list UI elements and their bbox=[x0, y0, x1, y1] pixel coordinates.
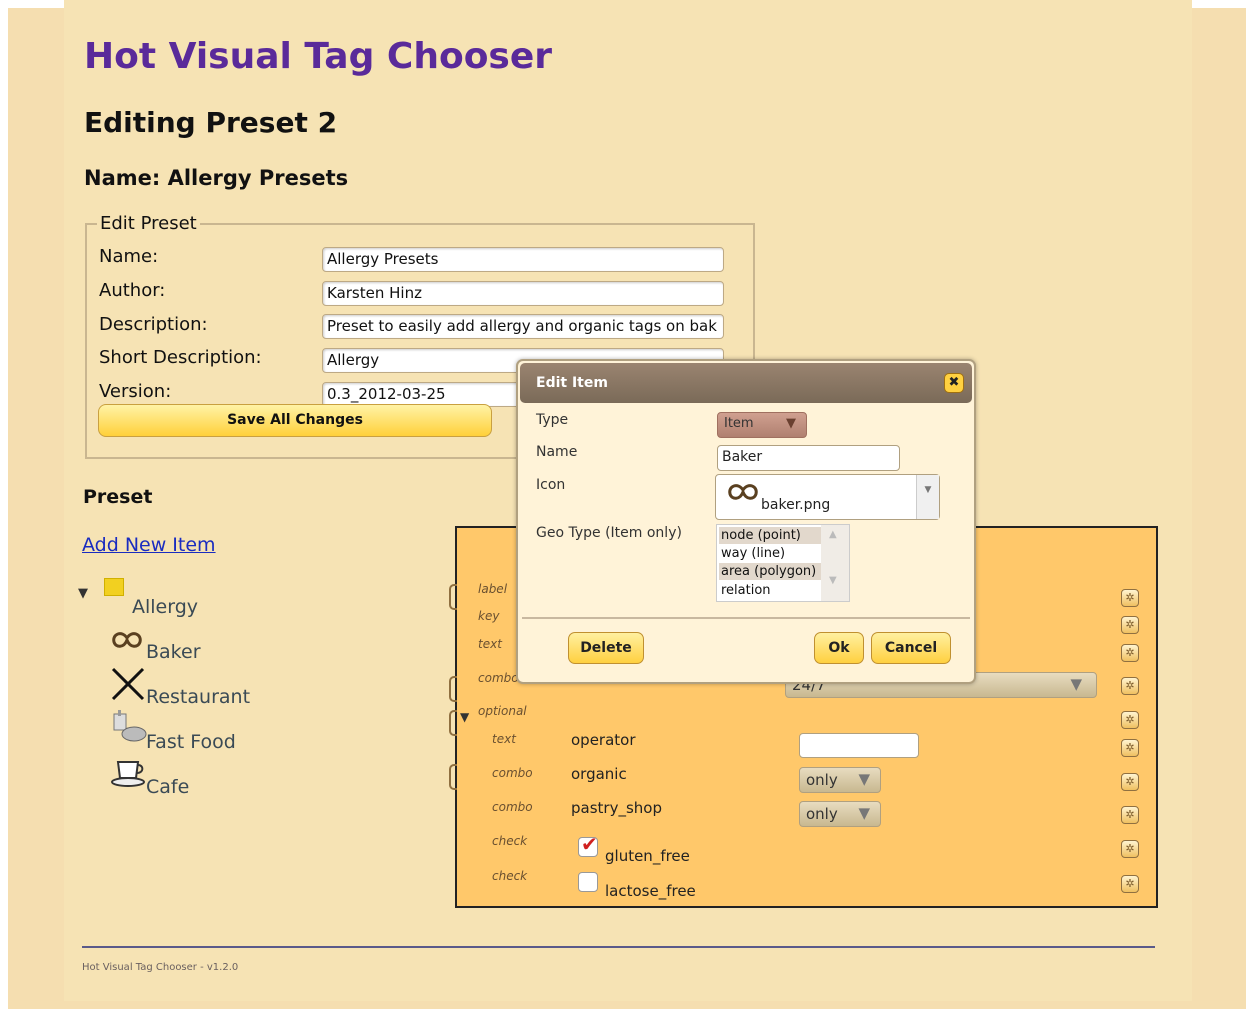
row-type-combo: combo bbox=[492, 766, 533, 780]
chevron-down-icon: ▼ bbox=[858, 804, 870, 822]
description-input[interactable]: Preset to easily add allergy and organic… bbox=[322, 314, 724, 339]
name-heading: Name: Allergy Presets bbox=[84, 166, 349, 190]
cafe-icon bbox=[111, 761, 145, 787]
settings-gear-icon[interactable]: ✲ bbox=[1121, 644, 1139, 662]
chevron-down-icon: ▼ bbox=[786, 416, 796, 431]
geo-type-label: Geo Type (Item only) bbox=[536, 525, 682, 541]
checkmark-icon: ✔ bbox=[581, 832, 598, 856]
footer-divider bbox=[82, 946, 1155, 948]
tree-item-fast-food[interactable]: Fast Food bbox=[146, 731, 236, 753]
type-value: Item bbox=[724, 416, 754, 431]
icon-filename: baker.png bbox=[761, 497, 831, 513]
collapse-triangle-icon[interactable]: ▼ bbox=[78, 586, 88, 601]
dialog-divider bbox=[522, 617, 970, 619]
geo-option-way[interactable]: way (line) bbox=[719, 545, 821, 562]
gluten-free-key: gluten_free bbox=[605, 847, 690, 865]
dialog-titlebar[interactable]: Edit Item ✖ bbox=[520, 363, 972, 403]
app-title: Hot Visual Tag Chooser bbox=[84, 36, 553, 77]
geo-option-node[interactable]: node (point) bbox=[719, 527, 821, 544]
settings-gear-icon[interactable]: ✲ bbox=[1121, 677, 1139, 695]
tree-item-baker[interactable]: Baker bbox=[146, 641, 201, 663]
row-type-check: check bbox=[492, 869, 528, 883]
row-type-text: text bbox=[478, 637, 502, 651]
row-type-combo: combo bbox=[492, 800, 533, 814]
restaurant-icon bbox=[111, 667, 145, 701]
gluten-free-checkbox[interactable]: ✔ bbox=[578, 832, 598, 857]
lactose-free-checkbox[interactable] bbox=[578, 872, 598, 892]
tree-item-cafe[interactable]: Cafe bbox=[146, 776, 189, 798]
organic-value: only bbox=[806, 771, 838, 789]
version-label: Version: bbox=[99, 381, 172, 402]
settings-gear-icon[interactable]: ✲ bbox=[1121, 806, 1139, 824]
author-label: Author: bbox=[99, 280, 166, 301]
pretzel-icon bbox=[112, 632, 142, 648]
type-select[interactable]: Item ▼ bbox=[717, 412, 807, 438]
icon-label: Icon bbox=[536, 477, 566, 493]
pretzel-icon bbox=[728, 484, 758, 500]
organic-key: organic bbox=[571, 765, 627, 783]
geo-option-relation[interactable]: relation bbox=[719, 582, 821, 599]
description-label: Description: bbox=[99, 314, 208, 335]
settings-gear-icon[interactable]: ✲ bbox=[1121, 616, 1139, 634]
settings-gear-icon[interactable]: ✲ bbox=[1121, 875, 1139, 893]
footer-version: Hot Visual Tag Chooser - v1.2.0 bbox=[82, 962, 239, 973]
type-label: Type bbox=[536, 412, 569, 428]
organic-combo[interactable]: only ▼ bbox=[799, 767, 881, 793]
fast-food-icon bbox=[113, 710, 147, 742]
settings-gear-icon[interactable]: ✲ bbox=[1121, 589, 1139, 607]
row-type-label: label bbox=[478, 582, 508, 596]
folder-icon bbox=[104, 578, 124, 596]
name-input[interactable]: Allergy Presets bbox=[322, 247, 724, 272]
pastry-shop-combo[interactable]: only ▼ bbox=[799, 801, 881, 827]
settings-gear-icon[interactable]: ✲ bbox=[1121, 773, 1139, 791]
chevron-down-icon: ▼ bbox=[858, 770, 870, 788]
preset-heading: Preset bbox=[83, 486, 153, 508]
scroll-down-icon[interactable]: ▼ bbox=[829, 575, 837, 586]
row-bracket bbox=[449, 764, 457, 790]
row-type-text: text bbox=[492, 732, 516, 746]
geo-option-area[interactable]: area (polygon) bbox=[719, 563, 821, 580]
row-type-combo: combo bbox=[478, 671, 519, 685]
row-type-key: key bbox=[478, 609, 500, 623]
row-type-check: check bbox=[492, 834, 528, 848]
author-input[interactable]: Karsten Hinz bbox=[322, 281, 724, 306]
tree-item-allergy[interactable]: Allergy bbox=[132, 596, 198, 618]
dialog-title: Edit Item bbox=[536, 375, 608, 391]
settings-gear-icon[interactable]: ✲ bbox=[1121, 711, 1139, 729]
lactose-free-key: lactose_free bbox=[605, 882, 696, 900]
edit-item-dialog: Edit Item ✖ Type Item ▼ Name Baker Icon … bbox=[516, 359, 976, 684]
pastry-shop-key: pastry_shop bbox=[571, 799, 662, 817]
delete-button[interactable]: Delete bbox=[568, 632, 644, 664]
short-description-label: Short Description: bbox=[99, 347, 262, 368]
name-label: Name: bbox=[99, 246, 159, 267]
add-new-item-link[interactable]: Add New Item bbox=[82, 534, 216, 556]
tree-item-restaurant[interactable]: Restaurant bbox=[146, 686, 250, 708]
operator-key: operator bbox=[571, 731, 636, 749]
row-type-optional: optional bbox=[478, 704, 527, 718]
operator-input[interactable] bbox=[799, 733, 919, 758]
pastry-shop-value: only bbox=[806, 805, 838, 823]
row-bracket bbox=[449, 676, 457, 702]
ok-button[interactable]: Ok bbox=[814, 632, 864, 664]
icon-select[interactable]: baker.png ▼ bbox=[715, 474, 940, 520]
save-all-changes-button[interactable]: Save All Changes bbox=[98, 404, 492, 437]
edit-preset-legend: Edit Preset bbox=[100, 213, 197, 234]
row-bracket bbox=[449, 584, 457, 610]
geo-type-listbox[interactable]: node (point) way (line) area (polygon) r… bbox=[716, 524, 850, 602]
row-bracket bbox=[449, 710, 457, 736]
settings-gear-icon[interactable]: ✲ bbox=[1121, 739, 1139, 757]
chevron-down-icon: ▼ bbox=[1070, 675, 1082, 693]
scroll-up-icon[interactable]: ▲ bbox=[829, 529, 837, 540]
chevron-down-icon[interactable]: ▼ bbox=[916, 475, 939, 519]
settings-gear-icon[interactable]: ✲ bbox=[1121, 840, 1139, 858]
listbox-scrollbar[interactable]: ▲ ▼ bbox=[821, 525, 849, 601]
item-name-label: Name bbox=[536, 444, 578, 460]
cancel-button[interactable]: Cancel bbox=[871, 632, 951, 664]
item-name-input[interactable]: Baker bbox=[717, 445, 900, 471]
editing-heading: Editing Preset 2 bbox=[84, 106, 338, 139]
optional-collapse-icon[interactable]: ▼ bbox=[460, 710, 469, 724]
close-icon[interactable]: ✖ bbox=[944, 373, 964, 393]
